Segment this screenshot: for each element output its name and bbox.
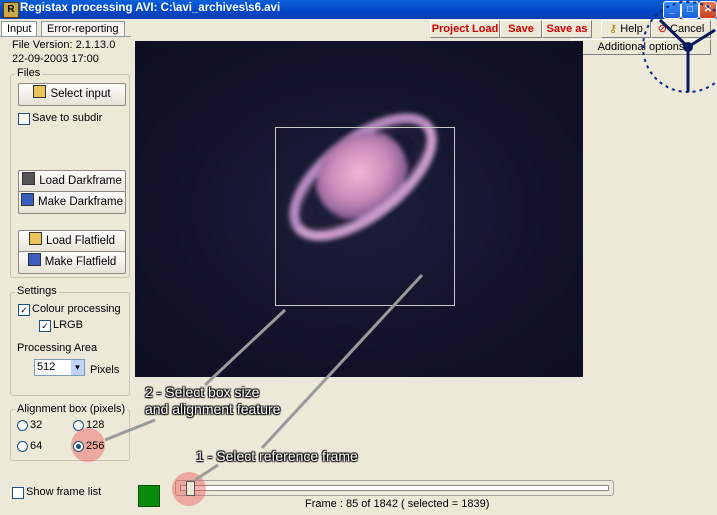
annotation-step2-line1: 2 - Select box size	[145, 384, 260, 400]
annotation-step1: 1 - Select reference frame	[196, 448, 358, 464]
annotation-step2-line2: and alignment feature	[145, 401, 281, 417]
annotation-lines	[104, 273, 424, 482]
